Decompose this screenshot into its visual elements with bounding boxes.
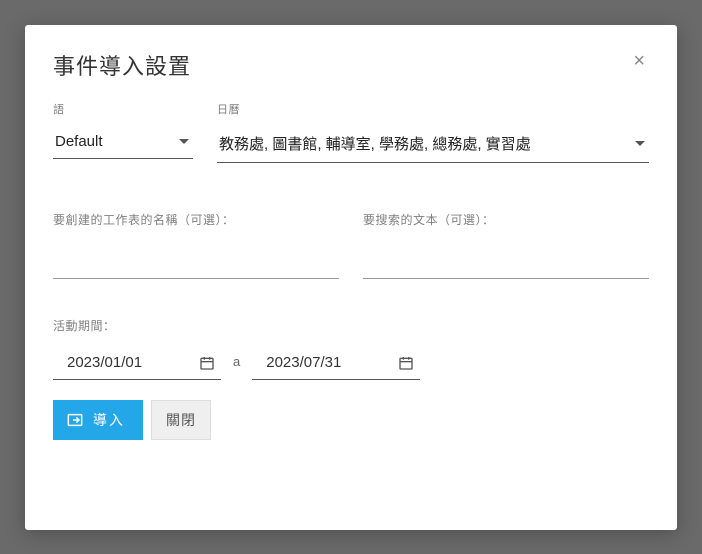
start-date-value: 2023/01/01: [67, 354, 142, 371]
period-label: 活動期間：: [53, 317, 649, 334]
import-settings-modal: 事件導入設置 × 語 Default 日曆 教務處, 圖書館, 輔導室, 學務處…: [25, 25, 677, 530]
chevron-down-icon: [635, 141, 645, 146]
date-separator: a: [233, 354, 240, 369]
modal-header: 事件導入設置 ×: [53, 49, 649, 81]
start-date-field[interactable]: 2023/01/01: [53, 348, 221, 380]
modal-title: 事件導入設置: [53, 49, 191, 81]
language-field: 語 Default: [53, 101, 193, 163]
sheet-name-field: 要創建的工作表的名稱（可選）：: [53, 211, 339, 279]
calendar-value: 教務處, 圖書館, 輔導室, 學務處, 總務處, 實習處: [219, 133, 531, 154]
sheet-name-label: 要創建的工作表的名稱（可選）：: [53, 211, 339, 228]
calendar-icon: [199, 355, 215, 371]
search-text-field: 要搜索的文本（可選）：: [363, 211, 649, 279]
calendar-icon: [398, 355, 414, 371]
end-date-field[interactable]: 2023/07/31: [252, 348, 420, 380]
language-value: Default: [55, 133, 103, 150]
search-text-input[interactable]: [363, 254, 649, 279]
chevron-down-icon: [179, 139, 189, 144]
language-label: 語: [53, 101, 193, 117]
search-text-label: 要搜索的文本（可選）：: [363, 211, 649, 228]
calendar-label: 日曆: [217, 101, 649, 117]
import-icon: [67, 413, 83, 427]
sheet-name-input[interactable]: [53, 254, 339, 279]
close-icon[interactable]: ×: [629, 49, 649, 73]
close-button[interactable]: 關閉: [151, 400, 211, 440]
calendar-field: 日曆 教務處, 圖書館, 輔導室, 學務處, 總務處, 實習處: [217, 101, 649, 163]
language-dropdown[interactable]: Default: [53, 127, 193, 159]
calendar-dropdown[interactable]: 教務處, 圖書館, 輔導室, 學務處, 總務處, 實習處: [217, 127, 649, 163]
import-button[interactable]: 導入: [53, 400, 143, 440]
close-button-label: 關閉: [166, 412, 196, 428]
end-date-value: 2023/07/31: [266, 354, 341, 371]
import-button-label: 導入: [93, 410, 125, 430]
